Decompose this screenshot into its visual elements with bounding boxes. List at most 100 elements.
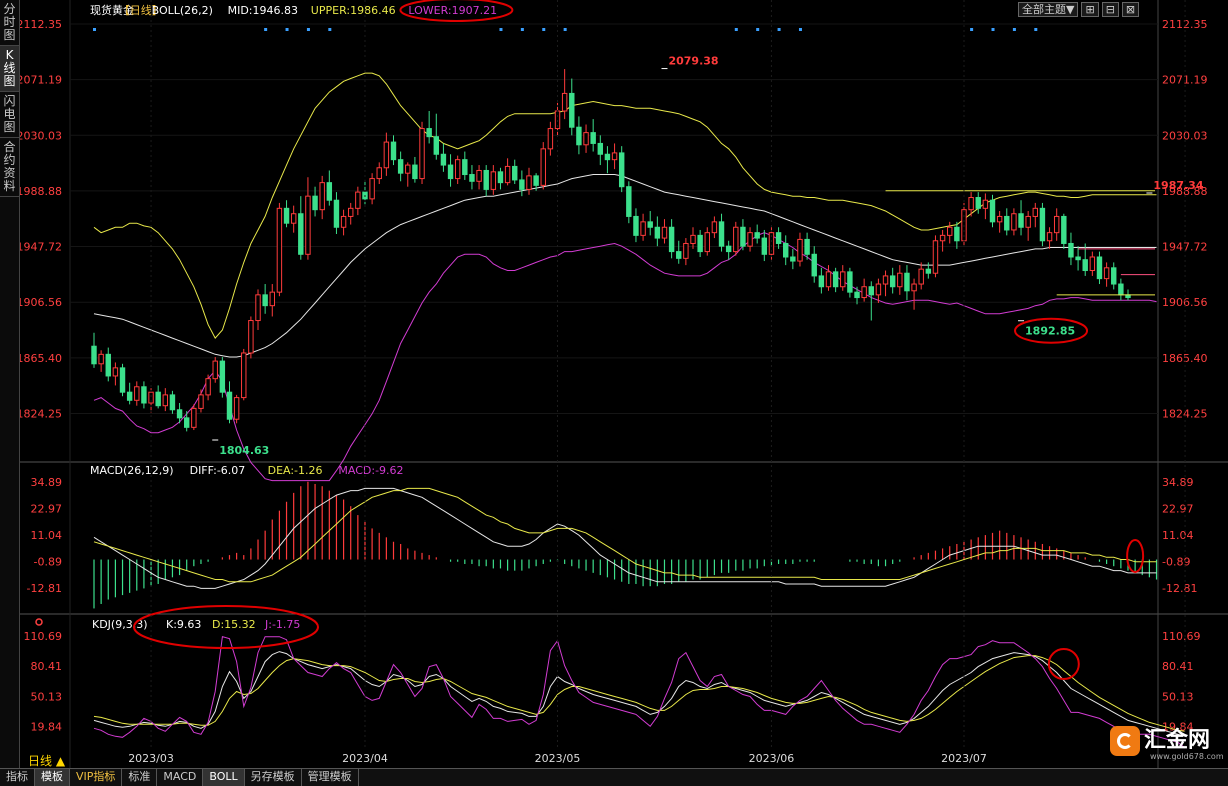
layout-icon[interactable]: ⊟ [1101, 2, 1119, 17]
signal-dot [734, 28, 738, 31]
candle-body [412, 164, 418, 180]
candle-body [105, 353, 111, 377]
candle-body [604, 153, 611, 161]
candle-body [968, 197, 974, 211]
candle-body [647, 221, 653, 228]
bottom-tab-2[interactable]: VIP指标 [70, 769, 123, 786]
candle-body [162, 394, 169, 407]
candle-body [233, 397, 240, 420]
bottom-tab-0[interactable]: 指标 [0, 769, 35, 786]
candle-body [1118, 283, 1124, 296]
bottom-tab-7[interactable]: 管理模板 [302, 769, 359, 786]
candle-body [854, 291, 860, 299]
sidebar-tab-3[interactable]: 合 约 资 料 [0, 138, 19, 197]
kdj-y-tick-label-left: 110.69 [24, 630, 63, 643]
y-tick-label-left: 2112.35 [20, 18, 62, 31]
candle-body [697, 234, 703, 253]
y-tick-label-left: 1865.40 [20, 352, 62, 365]
macd-y-tick-label-left: -12.81 [27, 582, 62, 595]
signal-dot [798, 28, 802, 31]
candle-body [1096, 256, 1103, 280]
candle-body [583, 132, 589, 146]
y-tick-label-right: 1824.25 [1162, 407, 1208, 420]
sidebar-tab-2[interactable]: 闪 电 图 [0, 92, 19, 138]
macd-y-tick-label-left: 11.04 [31, 529, 63, 542]
candle-body [440, 153, 447, 166]
logo-url: www.gold678.com [1150, 752, 1224, 761]
candle-body [782, 242, 789, 258]
candle-body [804, 238, 810, 255]
x-tick-label: 2023/04 [342, 752, 388, 765]
kdj-line-D [93, 655, 1186, 732]
candle-body [262, 294, 268, 307]
candle-body [1111, 267, 1117, 285]
candle-body [540, 148, 546, 186]
candle-body [369, 178, 375, 200]
signal-dot [1034, 28, 1038, 31]
candle-body [390, 141, 397, 161]
bottom-tab-1[interactable]: 模板 [35, 769, 70, 786]
candle-body [676, 251, 682, 259]
theme-select-button[interactable]: 全部主题▼ [1018, 2, 1079, 17]
bottom-tab-5[interactable]: BOLL [203, 769, 245, 786]
bottom-toolbar: 指标 模板 VIP指标 标准 MACD BOLL 另存模板 管理模板 [0, 768, 1228, 786]
candle-body [954, 226, 960, 242]
bottom-tab-6[interactable]: 另存模板 [245, 769, 302, 786]
candle-body [1025, 215, 1031, 228]
price-label: 1987.34 [1153, 179, 1203, 192]
signal-dot [777, 28, 781, 31]
price-label: 1892.85 [1025, 325, 1075, 338]
sidebar-tab-1[interactable]: K 线 图 [0, 46, 19, 92]
signal-dot [563, 28, 567, 31]
grid-icon[interactable]: ⊞ [1081, 2, 1099, 17]
candle-body [1075, 256, 1081, 261]
price-label: 2079.38 [668, 55, 718, 68]
candle-body [219, 360, 226, 393]
candle-body [704, 232, 710, 253]
candle-body [533, 175, 539, 186]
macd-name: MACD(26,12,9) [90, 464, 174, 477]
macd-y-tick-label-left: 22.97 [31, 502, 63, 515]
candle-body [626, 186, 632, 217]
candle-body [119, 367, 126, 393]
chart-area[interactable]: 2112.35 2112.352071.19 2071.192030.03 2030.… [20, 0, 1228, 768]
sidebar-tab-0[interactable]: 分 时 图 [0, 0, 19, 46]
candle-body [1011, 213, 1017, 231]
candle-body [847, 271, 853, 293]
candle-body [654, 226, 661, 239]
bottom-tab-4[interactable]: MACD [157, 769, 204, 786]
signal-dot [499, 28, 503, 31]
candle-body [305, 195, 311, 255]
candle-body [683, 242, 689, 259]
candle-body [333, 199, 340, 228]
candle-body [91, 345, 97, 365]
candle-body [112, 367, 119, 377]
candle-body [212, 360, 218, 380]
candle-body [747, 232, 753, 247]
candle-body [298, 213, 304, 255]
candle-body [1089, 256, 1096, 272]
candle-body [504, 165, 511, 184]
candle-body [1103, 267, 1110, 280]
candle-body [939, 234, 946, 242]
macd-y-tick-label-right: -0.89 [1162, 556, 1190, 569]
candle-body [889, 275, 896, 288]
candle-body [454, 159, 461, 180]
candle-body [1004, 215, 1010, 231]
y-tick-label-right: 1906.56 [1162, 296, 1208, 309]
candle-body [1082, 259, 1088, 272]
candle-body [376, 167, 382, 180]
candle-body [975, 197, 981, 209]
signal-dot [991, 28, 995, 31]
candle-body [761, 237, 768, 255]
candle-body [355, 191, 361, 209]
close-icon[interactable]: ⊠ [1121, 2, 1140, 17]
candle-body [433, 136, 440, 155]
bottom-tab-3[interactable]: 标准 [122, 769, 158, 786]
period-label[interactable]: 日线 ▲ [28, 752, 65, 769]
logo-text: 汇金网 [1144, 728, 1211, 753]
candle-body [661, 226, 668, 239]
macd-y-tick-label-right: 22.97 [1162, 502, 1194, 515]
kdj-y-tick-label-left: 50.13 [31, 690, 63, 703]
signal-dot [264, 28, 268, 31]
